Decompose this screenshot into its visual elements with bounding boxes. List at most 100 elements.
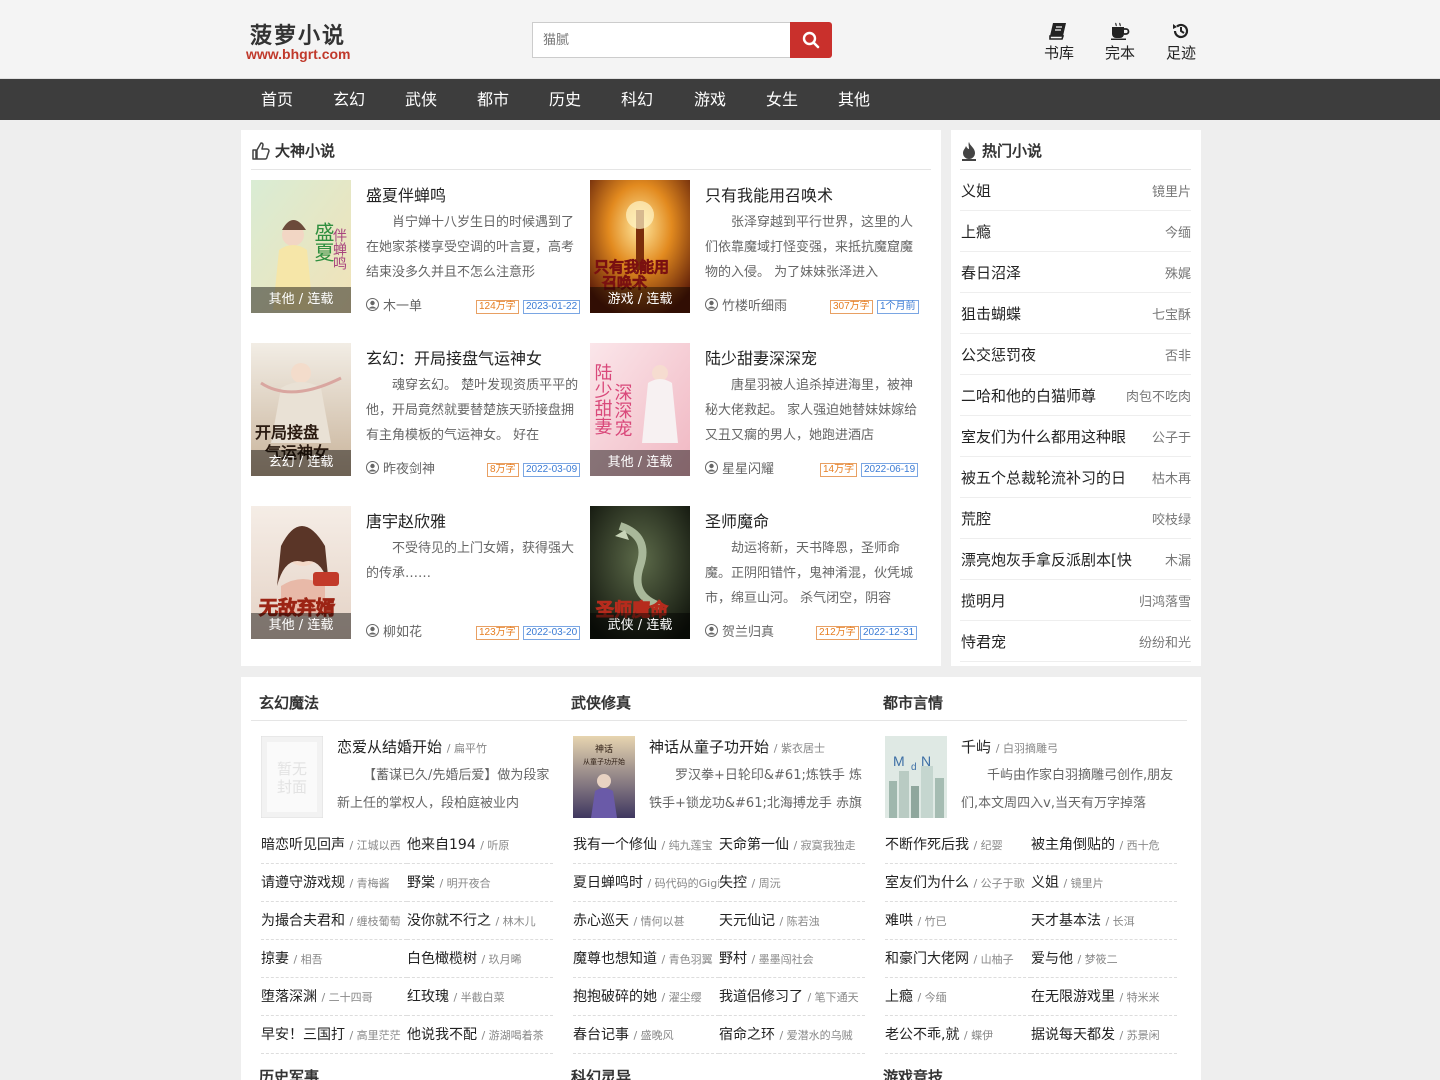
- list-item[interactable]: 天元仙记 / 陈若浊: [719, 902, 865, 940]
- hot-item-title[interactable]: 荒腔: [961, 508, 991, 529]
- list-item[interactable]: 和豪门大佬网 / 山柚子: [885, 940, 1031, 978]
- list-item[interactable]: 天才基本法 / 长洱: [1031, 902, 1177, 940]
- list-item[interactable]: 他说我不配 / 游湖喝着茶: [407, 1016, 553, 1054]
- book-cover[interactable]: 盛夏 伴蝉鸣 其他 / 连载: [251, 180, 351, 313]
- list-item[interactable]: 春台记事 / 盛晚风: [573, 1016, 719, 1054]
- category-featured-book[interactable]: 暂无 封面 恋爱从结婚开始 / 扁平竹 【蓄谋已久/先婚后爱】做为段家新上任的掌权…: [261, 736, 561, 826]
- search-input[interactable]: [532, 22, 790, 58]
- list-item[interactable]: 夏日蝉鸣时 / 码代码的Gigi: [573, 864, 719, 902]
- book-cover[interactable]: MdN: [885, 736, 947, 818]
- book-cover[interactable]: 圣师魔命 武侠 / 连载: [590, 506, 690, 639]
- list-item[interactable]: 红玫瑰 / 半截白菜: [407, 978, 553, 1016]
- list-item[interactable]: 我道侣修习了 / 笔下通天: [719, 978, 865, 1016]
- list-item[interactable]: 掠妻 / 相吾: [261, 940, 407, 978]
- hot-item-title[interactable]: 室友们为什么都用这种眼: [961, 426, 1126, 447]
- nav-dushi[interactable]: 都市: [477, 79, 509, 120]
- nav-finished[interactable]: 完本: [1095, 22, 1145, 63]
- list-item[interactable]: 堕落深渊 / 二十四哥: [261, 978, 407, 1016]
- hot-item-title[interactable]: 恃君宠: [961, 631, 1006, 652]
- list-item[interactable]: 我有一个修仙 / 纯九莲宝: [573, 826, 719, 864]
- list-item[interactable]: 赤心巡天 / 情何以甚: [573, 902, 719, 940]
- book-title[interactable]: 唐宇赵欣雅: [366, 508, 446, 532]
- list-item[interactable]: 被主角倒贴的 / 西十危: [1031, 826, 1177, 864]
- featured-book-title[interactable]: 恋爱从结婚开始 / 扁平竹: [337, 736, 487, 757]
- hot-item-title[interactable]: 漂亮炮灰手拿反派剧本[快: [961, 549, 1132, 570]
- site-logo-url[interactable]: www.bhgrt.com: [246, 46, 350, 62]
- category-title[interactable]: 玄幻魔法: [259, 692, 319, 713]
- book-title[interactable]: 圣师魔命: [705, 508, 769, 532]
- search-button[interactable]: [790, 22, 832, 58]
- book-title[interactable]: 玄幻：开局接盘气运神女: [366, 345, 542, 369]
- featured-book-card[interactable]: 无敌弃婿 其他 / 连载 唐宇赵欣雅 不受待见的上门女婿，获得强大的传承…… 柳…: [251, 506, 581, 640]
- list-item[interactable]: 天命第一仙 / 寂寞我独走: [719, 826, 865, 864]
- list-item[interactable]: 没你就不行之 / 林木儿: [407, 902, 553, 940]
- list-item[interactable]: 老公不乖,就 / 蝶伊: [885, 1016, 1031, 1054]
- hot-item[interactable]: 义姐 镜里片: [960, 170, 1191, 211]
- list-item[interactable]: 野棠 / 明开夜合: [407, 864, 553, 902]
- hot-item-title[interactable]: 公交惩罚夜: [961, 344, 1036, 365]
- book-cover[interactable]: 深深宠 陆少甜妻 其他 / 连载: [590, 343, 690, 476]
- list-item[interactable]: 野村 / 墨墨闯社会: [719, 940, 865, 978]
- list-item[interactable]: 失控 / 周沅: [719, 864, 865, 902]
- hot-item[interactable]: 春日沼泽 殊娓: [960, 252, 1191, 293]
- nav-home[interactable]: 首页: [261, 79, 293, 120]
- book-cover[interactable]: 只有我能用 召唤术 游戏 / 连载: [590, 180, 690, 313]
- featured-book-card[interactable]: 开局接盘 气运神女 玄幻 / 连载 玄幻：开局接盘气运神女 魂穿玄幻。 楚叶发现资…: [251, 343, 581, 477]
- list-item[interactable]: 他来自194 / 听原: [407, 826, 553, 864]
- book-cover[interactable]: 无敌弃婿 其他 / 连载: [251, 506, 351, 639]
- nav-youxi[interactable]: 游戏: [694, 79, 726, 120]
- hot-item[interactable]: 恃君宠 纷纷和光: [960, 621, 1191, 662]
- hot-item[interactable]: 上瘾 今缅: [960, 211, 1191, 252]
- nav-xuanhuan[interactable]: 玄幻: [333, 79, 365, 120]
- list-item[interactable]: 暗恋听见回声 / 江城以西: [261, 826, 407, 864]
- list-item[interactable]: 上瘾 / 今缅: [885, 978, 1031, 1016]
- nav-qita[interactable]: 其他: [838, 79, 870, 120]
- hot-item[interactable]: 漂亮炮灰手拿反派剧本[快 木漏: [960, 539, 1191, 580]
- featured-book-card[interactable]: 深深宠 陆少甜妻 其他 / 连载 陆少甜妻深深宠 唐星羽被人追杀掉进海里，被神秘大…: [590, 343, 920, 477]
- hot-item-title[interactable]: 春日沼泽: [961, 262, 1021, 283]
- hot-item[interactable]: 二哈和他的白猫师尊 肉包不吃肉: [960, 375, 1191, 416]
- list-item[interactable]: 义姐 / 镜里片: [1031, 864, 1177, 902]
- book-cover[interactable]: 暂无 封面: [261, 736, 323, 818]
- list-item[interactable]: 宿命之环 / 爱潜水的乌贼: [719, 1016, 865, 1054]
- featured-book-title[interactable]: 千屿 / 白羽摘雕弓: [961, 736, 1058, 757]
- hot-item-title[interactable]: 揽明月: [961, 590, 1006, 611]
- list-item[interactable]: 在无限游戏里 / 特米米: [1031, 978, 1177, 1016]
- list-item[interactable]: 魔尊也想知道 / 青色羽翼: [573, 940, 719, 978]
- hot-item-title[interactable]: 二哈和他的白猫师尊: [961, 385, 1096, 406]
- list-item[interactable]: 室友们为什么 / 公子于歌: [885, 864, 1031, 902]
- book-cover[interactable]: 开局接盘 气运神女 玄幻 / 连载: [251, 343, 351, 476]
- hot-item[interactable]: 荒腔 咬枝绿: [960, 498, 1191, 539]
- category-title[interactable]: 武侠修真: [571, 692, 631, 713]
- category-title[interactable]: 都市言情: [883, 692, 943, 713]
- nav-wuxia[interactable]: 武侠: [405, 79, 437, 120]
- nav-history[interactable]: 足迹: [1156, 22, 1206, 63]
- hot-item-title[interactable]: 被五个总裁轮流补习的日: [961, 467, 1126, 488]
- book-title[interactable]: 陆少甜妻深深宠: [705, 345, 817, 369]
- nav-kehuan[interactable]: 科幻: [621, 79, 653, 120]
- category-title[interactable]: 科幻灵异: [571, 1066, 631, 1080]
- nav-lishi[interactable]: 历史: [549, 79, 581, 120]
- list-item[interactable]: 白色橄榄树 / 玖月晞: [407, 940, 553, 978]
- category-title[interactable]: 历史军事: [259, 1066, 319, 1080]
- hot-item[interactable]: 公交惩罚夜 否非: [960, 334, 1191, 375]
- book-cover[interactable]: 神话 从童子功开始: [573, 736, 635, 818]
- hot-item[interactable]: 被五个总裁轮流补习的日 枯木再: [960, 457, 1191, 498]
- hot-item-title[interactable]: 上瘾: [961, 221, 991, 242]
- book-title[interactable]: 盛夏伴蝉鸣: [366, 182, 446, 206]
- nav-library[interactable]: 书库: [1034, 22, 1084, 63]
- book-title[interactable]: 只有我能用召唤术: [705, 182, 833, 206]
- list-item[interactable]: 不断作死后我 / 纪婴: [885, 826, 1031, 864]
- featured-book-title[interactable]: 神话从童子功开始 / 紫衣居士: [649, 736, 825, 757]
- featured-book-card[interactable]: 只有我能用 召唤术 游戏 / 连载 只有我能用召唤术 张泽穿越到平行世界，这里的人…: [590, 180, 920, 314]
- hot-item[interactable]: 狙击蝴蝶 七宝酥: [960, 293, 1191, 334]
- list-item[interactable]: 早安！三国打 / 高里茫茫: [261, 1016, 407, 1054]
- list-item[interactable]: 抱抱破碎的她 / 濯尘缨: [573, 978, 719, 1016]
- list-item[interactable]: 据说每天都发 / 苏景闲: [1031, 1016, 1177, 1054]
- featured-book-card[interactable]: 圣师魔命 武侠 / 连载 圣师魔命 劫运将新，天书降恩，圣师命魔。正阴阳错忤，鬼…: [590, 506, 920, 640]
- hot-item[interactable]: 室友们为什么都用这种眼 公子于: [960, 416, 1191, 457]
- category-featured-book[interactable]: 神话 从童子功开始 神话从童子功开始 / 紫衣居士 罗汉拳+日轮印&#61;炼铁手…: [573, 736, 873, 826]
- hot-item-title[interactable]: 义姐: [961, 180, 991, 201]
- hot-item[interactable]: 揽明月 归鸿落雪: [960, 580, 1191, 621]
- list-item[interactable]: 请遵守游戏规 / 青梅酱: [261, 864, 407, 902]
